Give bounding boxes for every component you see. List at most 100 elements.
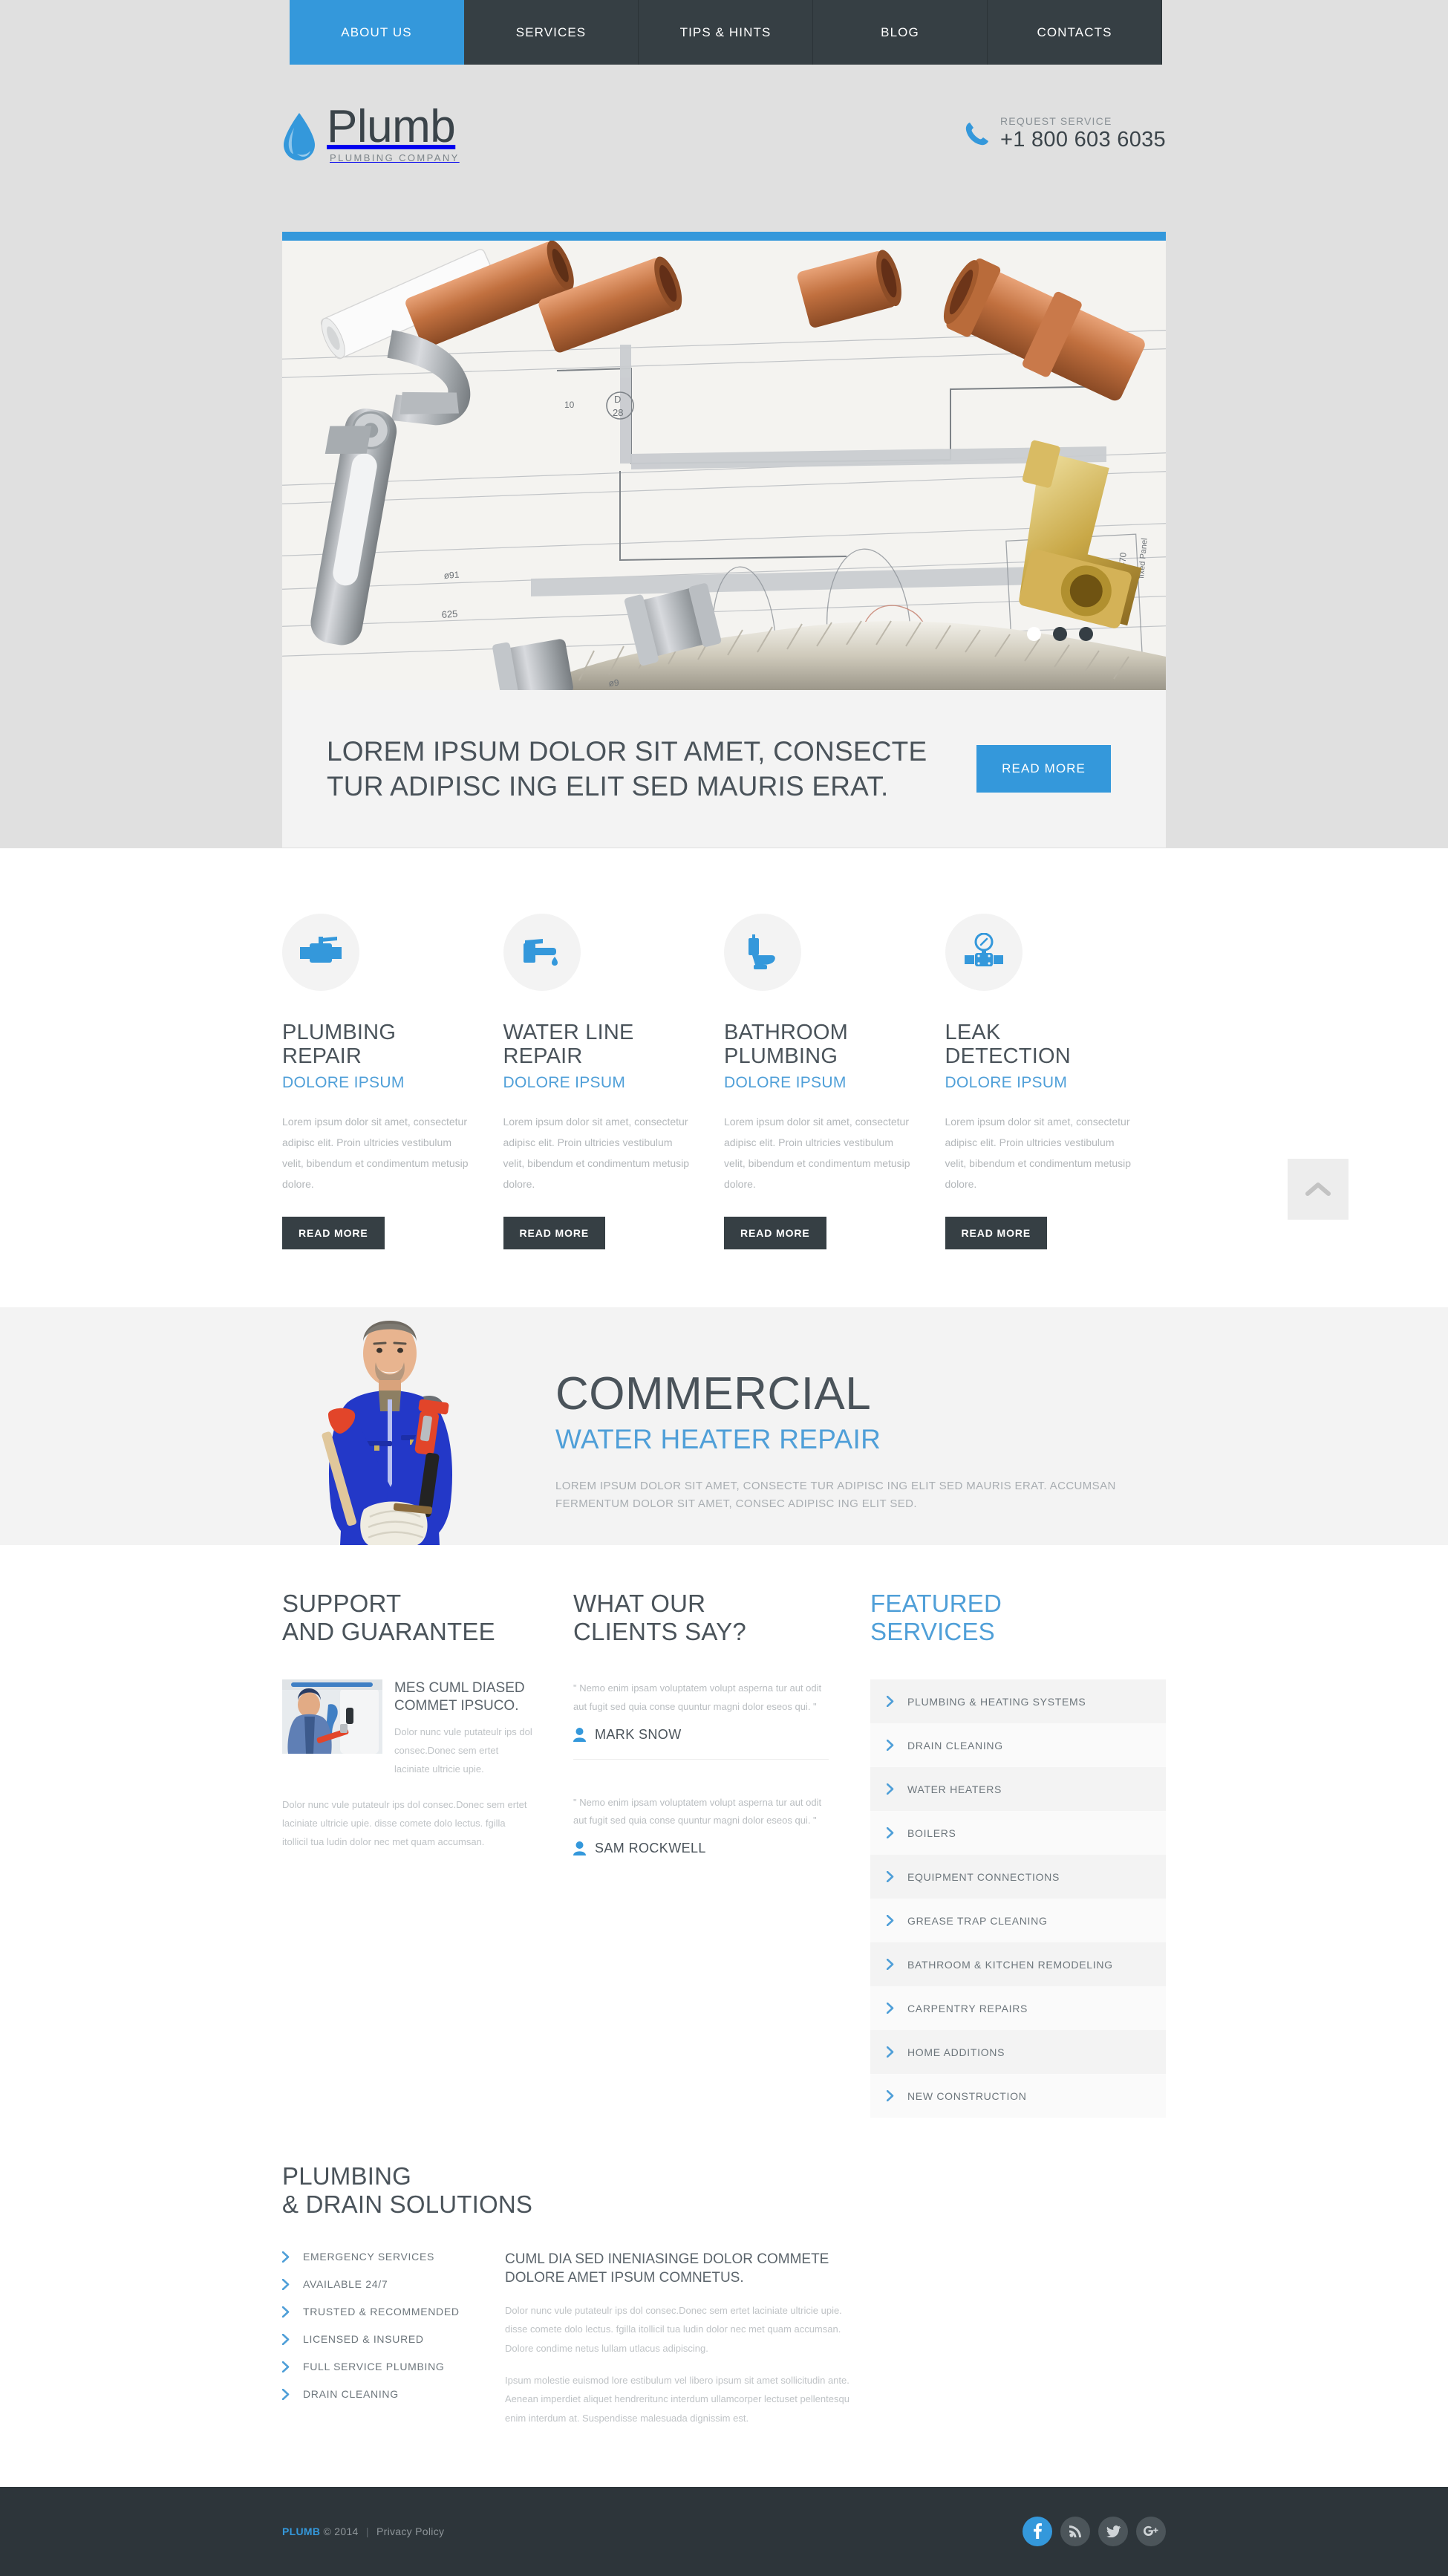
svg-text:ø91: ø91 — [443, 570, 460, 581]
nav-item-about-us[interactable]: ABOUT US — [290, 0, 464, 65]
service-subtitle: DOLORE IPSUM — [724, 1074, 847, 1091]
chevron-right-icon — [887, 2090, 894, 2102]
featured-service-label: NEW CONSTRUCTION — [907, 2089, 1027, 2102]
solutions-list-label: TRUSTED & RECOMMENDED — [303, 2306, 460, 2318]
slider-dots[interactable] — [1027, 627, 1093, 641]
featured-service-item[interactable]: NEW CONSTRUCTION — [870, 2074, 1166, 2118]
service-read-more-button[interactable]: READ MORE — [282, 1217, 385, 1249]
chevron-right-icon — [887, 1740, 894, 1752]
featured-service-item[interactable]: DRAIN CLEANING — [870, 1723, 1166, 1768]
featured-service-label: CARPENTRY REPAIRS — [907, 2002, 1028, 2014]
testimonial-author: MARK SNOW — [573, 1727, 829, 1743]
support-heading-line1: SUPPORT — [282, 1590, 402, 1617]
testimonials-column: WHAT OUR CLIENTS SAY? " Nemo enim ipsam … — [573, 1590, 870, 2118]
featured-service-item[interactable]: CARPENTRY REPAIRS — [870, 1986, 1166, 2031]
plumber-illustration — [282, 1307, 498, 1545]
nav-item-contacts[interactable]: CONTACTS — [988, 0, 1162, 65]
slider-dot-3[interactable] — [1079, 627, 1093, 641]
testimonial-author: SAM ROCKWELL — [573, 1841, 829, 1856]
featured-service-item[interactable]: GREASE TRAP CLEANING — [870, 1899, 1166, 1943]
service-card-plumbing-repair: PLUMBING REPAIR DOLORE IPSUM Lorem ipsum… — [282, 914, 503, 1249]
solutions-list-label: FULL SERVICE PLUMBING — [303, 2361, 445, 2373]
service-read-more-button[interactable]: READ MORE — [945, 1217, 1048, 1249]
chevron-right-icon — [282, 2251, 290, 2263]
solutions-heading: PLUMBING & DRAIN SOLUTIONS — [282, 2162, 1166, 2218]
service-icon-circle — [282, 914, 359, 991]
logo[interactable]: Plumb PLUMBING COMPANY — [282, 101, 460, 163]
facebook-icon[interactable] — [1023, 2516, 1052, 2546]
privacy-policy-link[interactable]: Privacy Policy — [376, 2525, 444, 2537]
site-header: Plumb PLUMBING COMPANY REQUEST SERVICE +… — [0, 65, 1448, 232]
logo-name: Plumb — [327, 101, 456, 152]
support-column: SUPPORT AND GUARANTEE MES CUML DIASED CO… — [282, 1590, 573, 2118]
solutions-list-item[interactable]: LICENSED & INSURED — [282, 2333, 505, 2345]
chevron-up-icon — [1305, 1183, 1331, 1196]
google-plus-icon[interactable] — [1136, 2516, 1166, 2546]
slider-dot-2[interactable] — [1053, 627, 1067, 641]
featured-service-item[interactable]: WATER HEATERS — [870, 1767, 1166, 1812]
service-description: Lorem ipsum dolor sit amet, consectetur … — [282, 1116, 469, 1190]
testimonial-quote: " Nemo enim ipsam voluptatem volupt aspe… — [573, 1682, 822, 1712]
solutions-list-item[interactable]: DRAIN CLEANING — [282, 2388, 505, 2400]
solutions-section: PLUMBING & DRAIN SOLUTIONS EMERGENCY SER… — [0, 2140, 1448, 2487]
request-service-label: REQUEST SERVICE — [999, 115, 1112, 127]
water-drop-icon — [284, 113, 315, 160]
featured-service-label: HOME ADDITIONS — [907, 2046, 1005, 2058]
featured-service-label: DRAIN CLEANING — [907, 1739, 1003, 1752]
hero-illustration: D 28 10 ø91 625 470 fixed Panel 02 — [282, 241, 1166, 690]
copyright: PLUMB © 2014 | Privacy Policy — [282, 2525, 444, 2537]
slider-dot-1[interactable] — [1027, 627, 1041, 641]
twitter-icon[interactable] — [1098, 2516, 1128, 2546]
nav-item-tips-hints[interactable]: TIPS & HINTS — [639, 0, 813, 65]
chevron-right-icon — [887, 1827, 894, 1839]
service-read-more-button[interactable]: READ MORE — [724, 1217, 826, 1249]
service-card-leak-detection: LEAK DETECTION DOLORE IPSUM Lorem ipsum … — [945, 914, 1167, 1249]
solutions-list-item[interactable]: FULL SERVICE PLUMBING — [282, 2361, 505, 2372]
featured-service-label: PLUMBING & HEATING SYSTEMS — [907, 1695, 1086, 1708]
twitter-glyph — [1106, 2525, 1121, 2537]
service-read-more-button[interactable]: READ MORE — [503, 1217, 606, 1249]
featured-services-list: PLUMBING & HEATING SYSTEMS DRAIN CLEANIN… — [870, 1679, 1166, 2118]
commercial-subheading: WATER HEATER REPAIR — [555, 1424, 881, 1455]
hero-read-more-button[interactable]: READ MORE — [976, 745, 1111, 793]
featured-service-label: EQUIPMENT CONNECTIONS — [907, 1870, 1060, 1883]
featured-service-item[interactable]: HOME ADDITIONS — [870, 2030, 1166, 2075]
chevron-right-icon — [887, 1871, 894, 1883]
solutions-list-item[interactable]: AVAILABLE 24/7 — [282, 2278, 505, 2290]
featured-service-item[interactable]: BATHROOM & KITCHEN REMODELING — [870, 1942, 1166, 1987]
solutions-list-label: AVAILABLE 24/7 — [303, 2278, 388, 2291]
logo-tagline: PLUMBING COMPANY — [330, 152, 460, 163]
featured-service-item[interactable]: EQUIPMENT CONNECTIONS — [870, 1855, 1166, 1899]
rss-icon[interactable] — [1060, 2516, 1090, 2546]
service-subtitle: DOLORE IPSUM — [945, 1074, 1068, 1091]
svg-text:625: 625 — [441, 608, 458, 620]
top-navigation-bar: ABOUT US SERVICES TIPS & HINTS BLOG CONT… — [0, 0, 1448, 65]
featured-service-label: BOILERS — [907, 1827, 956, 1839]
chevron-right-icon — [887, 1696, 894, 1708]
service-subtitle: DOLORE IPSUM — [503, 1074, 626, 1091]
solutions-heading-line1: PLUMBING — [282, 2162, 411, 2190]
footer-separator: | — [365, 2525, 369, 2537]
service-card-water-line-repair: WATER LINE REPAIR DOLORE IPSUM Lorem ips… — [503, 914, 725, 1249]
valve-icon — [300, 937, 342, 963]
testimonials-heading-line2: CLIENTS SAY? — [573, 1617, 746, 1645]
solutions-list-item[interactable]: EMERGENCY SERVICES — [282, 2251, 505, 2263]
support-heading-line2: AND GUARANTEE — [282, 1617, 495, 1645]
featured-service-item[interactable]: BOILERS — [870, 1811, 1166, 1855]
hero-slider-image[interactable]: D 28 10 ø91 625 470 fixed Panel 02 — [282, 241, 1166, 690]
service-title: BATHROOM PLUMBING — [724, 1021, 849, 1069]
nav-item-services[interactable]: SERVICES — [464, 0, 639, 65]
commercial-banner-section: COMMERCIAL WATER HEATER REPAIR LOREM IPS… — [0, 1307, 1448, 1545]
solutions-paragraph-1: Dolor nunc vule putateulr ips dol consec… — [505, 2304, 842, 2354]
solutions-heading-line2: & DRAIN SOLUTIONS — [282, 2190, 533, 2218]
scroll-to-top-button[interactable] — [1288, 1159, 1348, 1220]
pressure-gauge-icon — [964, 933, 1003, 966]
nav-item-blog[interactable]: BLOG — [813, 0, 988, 65]
social-links — [1023, 2516, 1166, 2546]
nav-item-label: CONTACTS — [1037, 25, 1112, 39]
solutions-list-item[interactable]: TRUSTED & RECOMMENDED — [282, 2306, 505, 2318]
chevron-right-icon — [282, 2333, 290, 2345]
featured-service-item[interactable]: PLUMBING & HEATING SYSTEMS — [870, 1679, 1166, 1724]
phone-number[interactable]: +1 800 603 6035 — [1000, 128, 1166, 152]
nav-item-label: ABOUT US — [341, 25, 412, 39]
